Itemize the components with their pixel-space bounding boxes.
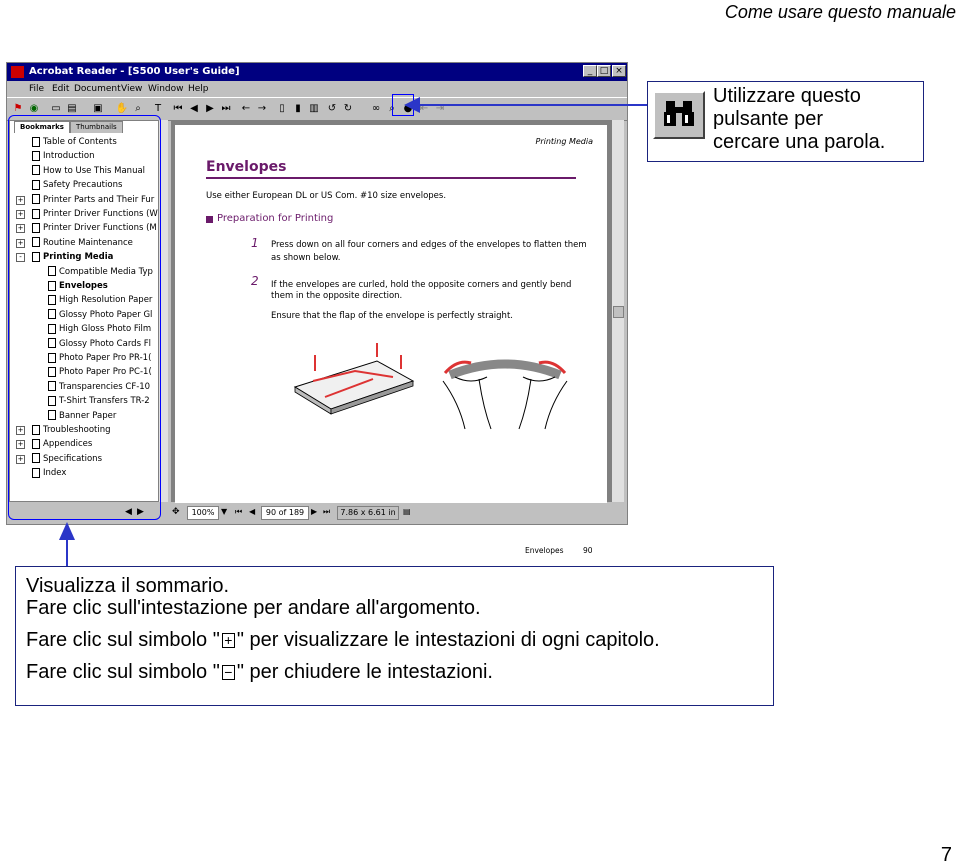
doc-intro: Use either European DL or US Com. #10 si… <box>206 191 447 201</box>
previous-page-icon[interactable]: ◀ <box>187 102 201 115</box>
print-icon[interactable]: ▤ <box>65 102 79 115</box>
page-size-field: 7.86 x 6.61 in <box>337 506 399 520</box>
callout-line-4: Fare clic sul simbolo " − " per chiudere l… <box>26 661 493 684</box>
search-callout-line-2: pulsante per <box>713 108 824 130</box>
doc-title: Envelopes <box>206 159 287 175</box>
doc-footer-label: Envelopes <box>525 546 564 555</box>
search-callout-box: Utilizzare questo pulsante per cercare u… <box>647 81 924 162</box>
prev-page-nav-icon[interactable]: ◀ <box>249 507 255 516</box>
go-back-icon[interactable]: ← <box>239 102 253 115</box>
open-icon[interactable]: ▭ <box>49 102 63 115</box>
menu-bar: File Edit Document View Window Help <box>7 81 627 97</box>
zoom-field[interactable]: 100% <box>187 506 219 520</box>
page-number: 7 <box>940 844 952 866</box>
bookmarks-callout-box: Visualizza il sommario. Fare clic sull'i… <box>15 566 774 706</box>
doc-footer-page: 90 <box>583 546 593 555</box>
menu-document[interactable]: Document <box>74 84 121 94</box>
callout-line-2: Fare clic sull'intestazione per andare a… <box>26 597 481 619</box>
callout-line-4-end: " per chiudere le intestazioni. <box>236 661 493 683</box>
search-callout-line-1: Utilizzare questo <box>713 85 861 107</box>
go-forward-icon[interactable]: → <box>255 102 269 115</box>
menu-view[interactable]: View <box>121 84 142 94</box>
web-icon[interactable]: ◉ <box>27 102 41 115</box>
menu-window[interactable]: Window <box>148 84 184 94</box>
rotate-left-icon[interactable]: ↺ <box>325 102 339 115</box>
callout-line-1: Visualizza il sommario. <box>26 575 230 597</box>
menu-help[interactable]: Help <box>188 84 209 94</box>
step-1-text-1: Press down on all four corners and edges… <box>271 240 587 250</box>
callout-line-3-start: Fare clic sul simbolo " <box>26 629 220 651</box>
maximize-button[interactable]: □ <box>597 65 611 77</box>
first-page-nav-icon[interactable]: ⏮ <box>235 507 242 517</box>
actual-size-icon[interactable]: ▯ <box>275 102 289 115</box>
zoom-tool-icon[interactable]: ⌕ <box>131 102 145 115</box>
fit-width-icon[interactable]: ▥ <box>307 102 321 115</box>
next-page-nav-icon[interactable]: ▶ <box>311 507 317 516</box>
minimize-button[interactable]: _ <box>583 65 597 77</box>
doc-running-head: Printing Media <box>535 137 593 146</box>
callout-line-3: Fare clic sul simbolo " + " per visualizza… <box>26 629 660 652</box>
rotate-right-icon[interactable]: ↻ <box>341 102 355 115</box>
step-2-text-2: them in the opposite direction. <box>271 291 403 301</box>
page-field[interactable]: 90 of 189 <box>261 506 309 520</box>
callout-line-4-start: Fare clic sul simbolo " <box>26 661 220 683</box>
document-page: Printing Media Envelopes Use either Euro… <box>175 125 607 555</box>
window-titlebar: Acrobat Reader - [S500 User's Guide] _ □… <box>7 63 627 81</box>
show-navigation-icon[interactable]: ▣ <box>91 102 105 115</box>
step-1-number: 1 <box>251 236 259 250</box>
search-callout-line-3: cercare una parola. <box>713 131 886 153</box>
minus-symbol-icon: − <box>221 665 235 681</box>
subhead-bullet <box>206 216 213 223</box>
text-select-icon[interactable]: T <box>151 102 165 115</box>
step-2-number: 2 <box>251 274 259 288</box>
envelope-stack-illustration <box>293 343 415 415</box>
step-2-text-1: If the envelopes are curled, hold the op… <box>271 280 572 290</box>
fit-page-icon[interactable]: ▮ <box>291 102 305 115</box>
running-title: Come usare questo manuale <box>724 2 956 22</box>
doc-note: Ensure that the flap of the envelope is … <box>271 311 513 321</box>
bookmarks-connector-arrow <box>59 522 75 540</box>
next-page-icon[interactable]: ▶ <box>203 102 217 115</box>
callout-line-3-end: " per visualizzare le intestazioni di og… <box>236 629 660 651</box>
menu-file[interactable]: File <box>29 84 44 94</box>
last-page-nav-icon[interactable]: ⏭ <box>323 507 330 517</box>
acrobat-logo-icon: ⚑ <box>13 103 23 114</box>
acrobat-app-icon <box>11 66 24 78</box>
bending-envelopes-illustration <box>442 359 568 430</box>
step-1-text-2: as shown below. <box>271 253 341 263</box>
window-title: Acrobat Reader - [S500 User's Guide] <box>29 66 240 77</box>
plus-symbol-icon: + <box>221 633 235 649</box>
last-page-icon[interactable]: ⏭ <box>219 102 233 115</box>
zoom-dropdown-icon[interactable]: ▼ <box>221 507 227 516</box>
doc-subhead: Preparation for Printing <box>217 213 334 224</box>
pan-icon[interactable]: ✥ <box>172 507 180 517</box>
menu-edit[interactable]: Edit <box>52 84 69 94</box>
first-page-icon[interactable]: ⏮ <box>171 102 185 115</box>
scroll-thumb[interactable] <box>613 306 624 318</box>
search-connector-line <box>416 104 648 106</box>
tab-bookmarks[interactable]: Bookmarks <box>14 121 70 133</box>
find-binoculars-icon[interactable]: ∞ <box>369 102 383 115</box>
binoculars-icon <box>664 101 694 126</box>
search-connector-arrow <box>404 97 420 113</box>
bookmarks-connector-line <box>66 540 68 568</box>
find-button-illustration <box>653 91 705 139</box>
hand-tool-icon[interactable]: ✋ <box>115 102 129 115</box>
close-button[interactable]: × <box>612 65 626 77</box>
page-layout-icon[interactable]: ▤ <box>403 507 411 516</box>
doc-title-rule <box>206 177 576 179</box>
bookmarks-highlight <box>8 115 161 520</box>
document-scrollbar[interactable] <box>611 120 624 502</box>
